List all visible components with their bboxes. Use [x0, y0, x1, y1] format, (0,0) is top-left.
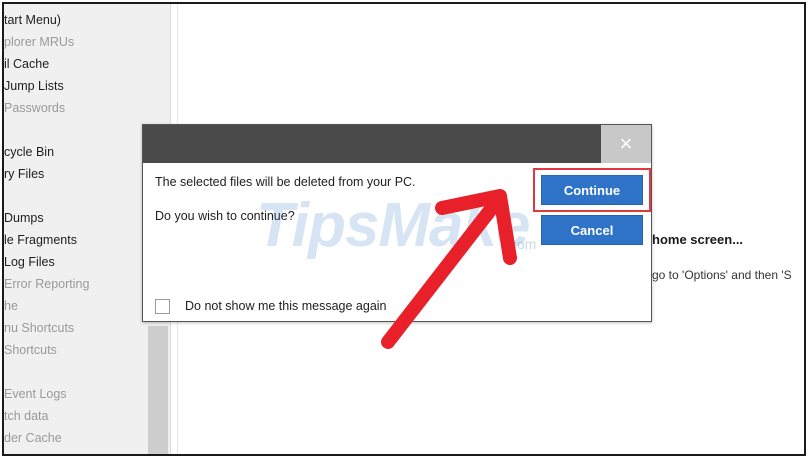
- tree-item[interactable]: Log Files: [4, 252, 55, 272]
- background-text: go to 'Options' and then 'S: [652, 268, 792, 282]
- scrollbar-thumb[interactable]: [148, 326, 168, 454]
- tree-item[interactable]: Passwords: [4, 98, 65, 118]
- cleanup-item-list: tart Menu) plorer MRUs il Cache Jump Lists P…: [4, 4, 148, 454]
- watermark-suffix: .com: [506, 236, 537, 252]
- dont-show-again-checkbox[interactable]: [155, 299, 170, 314]
- tree-item[interactable]: cycle Bin: [4, 142, 54, 162]
- tree-item[interactable]: Shortcuts: [4, 340, 57, 360]
- dont-show-again-label: Do not show me this message again: [185, 299, 387, 313]
- tree-item[interactable]: Event Logs: [4, 384, 67, 404]
- tree-item[interactable]: he: [4, 296, 18, 316]
- tree-item[interactable]: nu Shortcuts: [4, 318, 74, 338]
- tree-item[interactable]: ry Files: [4, 164, 44, 184]
- background-heading: home screen...: [652, 232, 744, 247]
- tree-item[interactable]: Dumps: [4, 208, 44, 228]
- tree-item[interactable]: Error Reporting: [4, 274, 89, 294]
- watermark-logo: TipsMake: [256, 191, 530, 260]
- cancel-button[interactable]: Cancel: [541, 215, 643, 245]
- tree-item[interactable]: plorer MRUs: [4, 32, 74, 52]
- tree-item[interactable]: il Cache: [4, 54, 49, 74]
- tree-item[interactable]: Jump Lists: [4, 76, 64, 96]
- dialog-titlebar: ×: [143, 125, 651, 163]
- tree-item[interactable]: tch data: [4, 406, 48, 426]
- tree-item[interactable]: der Cache: [4, 428, 62, 448]
- continue-button[interactable]: Continue: [541, 175, 643, 205]
- tree-item[interactable]: tart Menu): [4, 10, 61, 30]
- close-icon[interactable]: ×: [601, 125, 651, 163]
- dialog-message: The selected files will be deleted from …: [155, 175, 416, 189]
- tree-item[interactable]: le Fragments: [4, 230, 77, 250]
